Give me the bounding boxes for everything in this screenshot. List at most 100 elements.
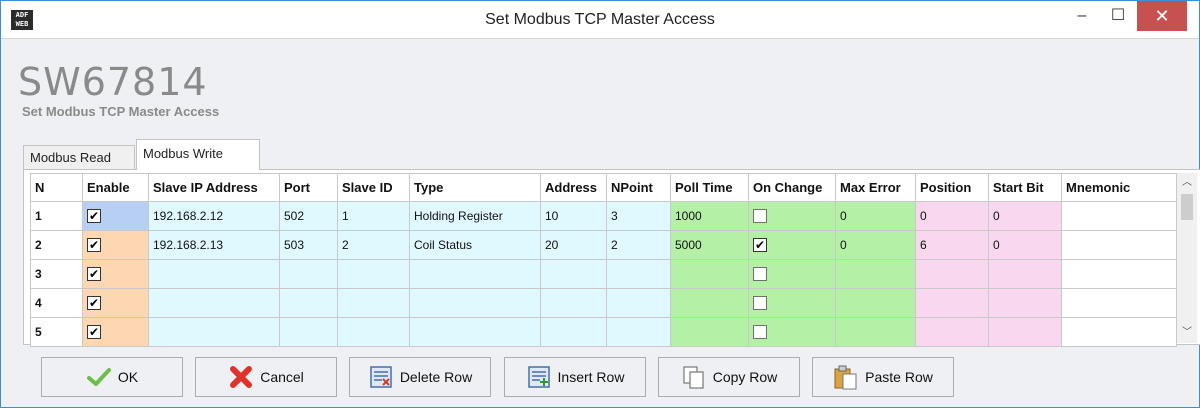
- col-header-slave-id[interactable]: Slave ID: [337, 173, 410, 202]
- col-header-port[interactable]: Port: [279, 173, 338, 202]
- enable-checkbox[interactable]: ✔: [87, 238, 101, 253]
- ip-cell[interactable]: [148, 288, 280, 318]
- on-change-checkbox[interactable]: ✔: [753, 238, 767, 253]
- ip-cell[interactable]: 192.168.2.13: [148, 230, 280, 260]
- table-row[interactable]: 4 ✔: [30, 288, 1177, 318]
- enable-cell[interactable]: ✔: [82, 288, 149, 318]
- start-bit-cell[interactable]: [988, 317, 1062, 347]
- on-change-checkbox[interactable]: [753, 267, 767, 282]
- col-header-type[interactable]: Type: [409, 173, 541, 202]
- on-change-cell[interactable]: [748, 259, 836, 289]
- poll-time-cell[interactable]: [670, 317, 749, 347]
- mnemonic-cell[interactable]: [1061, 317, 1177, 347]
- on-change-checkbox[interactable]: [753, 325, 767, 340]
- address-cell[interactable]: 10: [540, 201, 607, 231]
- position-cell[interactable]: 6: [915, 230, 989, 260]
- address-cell[interactable]: [540, 317, 607, 347]
- col-header-slave-ip[interactable]: Slave IP Address: [148, 173, 280, 202]
- position-cell[interactable]: [915, 317, 989, 347]
- scrollbar-thumb[interactable]: [1181, 194, 1193, 220]
- type-cell[interactable]: [409, 259, 541, 289]
- poll-time-cell[interactable]: [670, 288, 749, 318]
- start-bit-cell[interactable]: [988, 288, 1062, 318]
- slave-id-cell[interactable]: [337, 259, 410, 289]
- on-change-cell[interactable]: [748, 317, 836, 347]
- start-bit-cell[interactable]: 0: [988, 201, 1062, 231]
- max-error-cell[interactable]: [835, 259, 916, 289]
- on-change-cell[interactable]: [748, 201, 836, 231]
- port-cell[interactable]: 502: [279, 201, 338, 231]
- vertical-scrollbar[interactable]: ︿ ﹀: [1177, 173, 1197, 343]
- port-cell[interactable]: [279, 259, 338, 289]
- poll-time-cell[interactable]: 5000: [670, 230, 749, 260]
- scroll-up-arrow-icon[interactable]: ︿: [1177, 175, 1197, 191]
- on-change-checkbox[interactable]: [753, 296, 767, 311]
- max-error-cell[interactable]: 0: [835, 230, 916, 260]
- npoint-cell[interactable]: 3: [606, 201, 671, 231]
- enable-checkbox[interactable]: ✔: [87, 267, 101, 282]
- tab-modbus-read[interactable]: Modbus Read: [23, 145, 135, 169]
- col-header-on-change[interactable]: On Change: [748, 173, 836, 202]
- col-header-position[interactable]: Position: [915, 173, 989, 202]
- enable-cell[interactable]: ✔: [82, 201, 149, 231]
- mnemonic-cell[interactable]: [1061, 201, 1177, 231]
- col-header-poll-time[interactable]: Poll Time: [670, 173, 749, 202]
- address-cell[interactable]: [540, 259, 607, 289]
- slave-id-cell[interactable]: [337, 317, 410, 347]
- col-header-n[interactable]: N: [30, 173, 83, 202]
- copy-row-button[interactable]: Copy Row: [658, 357, 800, 397]
- poll-time-cell[interactable]: 1000: [670, 201, 749, 231]
- port-cell[interactable]: [279, 288, 338, 318]
- col-header-enable[interactable]: Enable: [82, 173, 149, 202]
- ip-cell[interactable]: [148, 317, 280, 347]
- position-cell[interactable]: 0: [915, 201, 989, 231]
- slave-id-cell[interactable]: 2: [337, 230, 410, 260]
- tab-modbus-write[interactable]: Modbus Write: [136, 139, 260, 170]
- max-error-cell[interactable]: 0: [835, 201, 916, 231]
- port-cell[interactable]: 503: [279, 230, 338, 260]
- slave-id-cell[interactable]: [337, 288, 410, 318]
- port-cell[interactable]: [279, 317, 338, 347]
- paste-row-button[interactable]: Paste Row: [812, 357, 954, 397]
- table-row[interactable]: 3 ✔: [30, 259, 1177, 289]
- position-cell[interactable]: [915, 288, 989, 318]
- enable-cell[interactable]: ✔: [82, 259, 149, 289]
- npoint-cell[interactable]: [606, 317, 671, 347]
- ok-button[interactable]: OK: [41, 357, 183, 397]
- close-button[interactable]: ✕: [1137, 1, 1187, 31]
- type-cell[interactable]: Holding Register: [409, 201, 541, 231]
- table-row[interactable]: 5 ✔: [30, 317, 1177, 347]
- col-header-max-error[interactable]: Max Error: [835, 173, 916, 202]
- mnemonic-cell[interactable]: [1061, 288, 1177, 318]
- ip-cell[interactable]: [148, 259, 280, 289]
- insert-row-button[interactable]: Insert Row: [504, 357, 646, 397]
- col-header-start-bit[interactable]: Start Bit: [988, 173, 1062, 202]
- col-header-address[interactable]: Address: [540, 173, 607, 202]
- enable-cell[interactable]: ✔: [82, 317, 149, 347]
- ip-cell[interactable]: 192.168.2.12: [148, 201, 280, 231]
- position-cell[interactable]: [915, 259, 989, 289]
- mnemonic-cell[interactable]: [1061, 259, 1177, 289]
- type-cell[interactable]: [409, 288, 541, 318]
- type-cell[interactable]: [409, 317, 541, 347]
- maximize-button[interactable]: ☐: [1101, 1, 1135, 31]
- poll-time-cell[interactable]: [670, 259, 749, 289]
- delete-row-button[interactable]: Delete Row: [349, 357, 491, 397]
- address-cell[interactable]: 20: [540, 230, 607, 260]
- npoint-cell[interactable]: 2: [606, 230, 671, 260]
- address-cell[interactable]: [540, 288, 607, 318]
- col-header-mnemonic[interactable]: Mnemonic: [1061, 173, 1177, 202]
- scroll-down-arrow-icon[interactable]: ﹀: [1177, 325, 1197, 341]
- enable-checkbox[interactable]: ✔: [87, 296, 101, 311]
- npoint-cell[interactable]: [606, 259, 671, 289]
- max-error-cell[interactable]: [835, 288, 916, 318]
- max-error-cell[interactable]: [835, 317, 916, 347]
- on-change-checkbox[interactable]: [753, 209, 767, 224]
- start-bit-cell[interactable]: [988, 259, 1062, 289]
- mnemonic-cell[interactable]: [1061, 230, 1177, 260]
- enable-checkbox[interactable]: ✔: [87, 209, 101, 224]
- on-change-cell[interactable]: ✔: [748, 230, 836, 260]
- enable-checkbox[interactable]: ✔: [87, 325, 101, 340]
- start-bit-cell[interactable]: 0: [988, 230, 1062, 260]
- npoint-cell[interactable]: [606, 288, 671, 318]
